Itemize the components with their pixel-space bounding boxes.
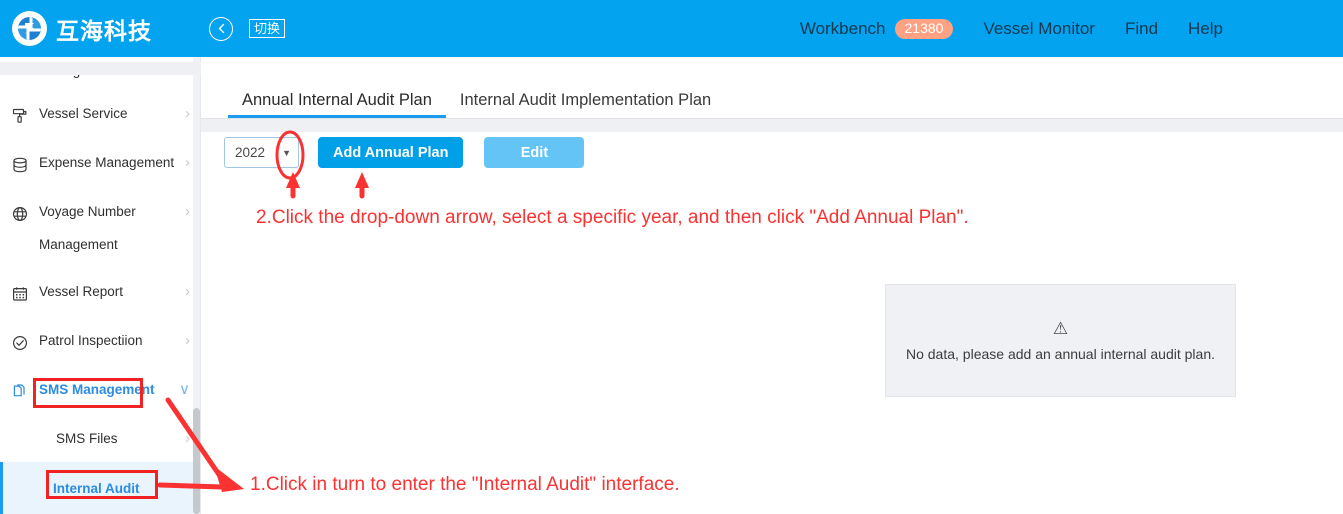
calendar-icon <box>9 283 31 305</box>
sidebar-item-vessel-report[interactable]: Vessel Report › <box>0 280 200 305</box>
chevron-down-icon[interactable]: ▼ <box>282 148 291 158</box>
nav-workbench[interactable]: Workbench 21380 <box>799 18 954 39</box>
sidebar-item-voyage-number-continued[interactable]: Management <box>0 234 200 256</box>
tab-internal-audit-implementation-plan[interactable]: Internal Audit Implementation Plan <box>446 91 725 118</box>
toolbar: 2022 ▼ Add Annual Plan Edit <box>224 137 585 168</box>
sidebar-item-label: Expense Management <box>39 155 175 170</box>
main-content: Annual Internal Audit Plan Internal Audi… <box>201 57 1343 514</box>
logo-text: 互海科技 <box>56 17 152 44</box>
edit-button[interactable]: Edit <box>484 137 585 168</box>
paint-roller-icon <box>9 105 31 127</box>
back-arrow-icon[interactable] <box>209 16 233 41</box>
sidebar-item-patrol-inspection[interactable]: Patrol Inspectiion › <box>0 329 200 354</box>
nav-vessel-monitor[interactable]: Vessel Monitor <box>983 19 1095 39</box>
database-icon <box>9 154 31 176</box>
switch-badge[interactable]: 切换 <box>249 19 286 38</box>
workbench-count-badge: 21380 <box>894 18 954 39</box>
sidebar-item-label: SMS Management <box>39 382 155 397</box>
sidebar-item-label: Internal Audit <box>53 480 140 496</box>
empty-state-panel: ⚠ No data, please add an annual internal… <box>885 284 1236 397</box>
tab-annual-internal-audit-plan[interactable]: Annual Internal Audit Plan <box>228 91 446 118</box>
sidebar-item-vessel-service[interactable]: Vessel Service › <box>0 102 200 127</box>
sidebar-item-sms-management[interactable]: SMS Management ∨ <box>0 378 200 403</box>
sidebar-item-label: SMS Files <box>56 431 118 446</box>
sidebar: Management Vessel Service › Expense Mana… <box>0 57 201 514</box>
chevron-down-icon: ∨ <box>179 381 190 398</box>
sidebar-item-label: Voyage Number <box>39 204 136 219</box>
content-separator-band-left <box>0 62 201 75</box>
sidebar-item-internal-audit[interactable]: Internal Audit <box>0 462 200 514</box>
chevron-right-icon: › <box>185 332 190 349</box>
sidebar-item-label: Vessel Service <box>39 106 128 121</box>
nav-find[interactable]: Find <box>1125 19 1158 39</box>
spacer-icon <box>9 430 31 452</box>
sidebar-item-sms-files[interactable]: SMS Files › <box>0 427 200 452</box>
year-select[interactable]: 2022 ▼ <box>224 137 299 168</box>
header-nav: Workbench 21380 Vessel Monitor Find Help <box>799 18 1223 39</box>
app-header: 互海科技 切换 Workbench 21380 Vessel Monitor F… <box>0 0 1343 57</box>
tab-bar: Annual Internal Audit Plan Internal Audi… <box>201 57 1343 118</box>
sidebar-item-expense-management[interactable]: Expense Management › <box>0 151 200 176</box>
sidebar-scrollbar-thumb[interactable] <box>193 408 200 514</box>
chevron-right-icon: › <box>185 203 190 220</box>
nav-help[interactable]: Help <box>1188 19 1223 39</box>
sidebar-item-label: Patrol Inspectiion <box>39 333 143 348</box>
logo-group[interactable]: 互海科技 <box>12 11 152 46</box>
check-circle-icon <box>9 332 31 354</box>
globe-icon <box>9 203 31 225</box>
year-select-value: 2022 <box>235 145 266 160</box>
empty-state-message: No data, please add an annual internal a… <box>905 346 1215 362</box>
nav-workbench-label: Workbench <box>799 18 886 38</box>
content-separator-band <box>201 119 1343 132</box>
documents-icon <box>9 381 31 403</box>
warning-triangle-icon: ⚠ <box>1052 319 1069 338</box>
chevron-right-icon: › <box>185 283 190 300</box>
company-logo-icon <box>12 11 47 46</box>
chevron-right-icon: › <box>185 154 190 171</box>
chevron-right-icon: › <box>185 105 190 122</box>
chevron-right-icon: › <box>185 430 190 447</box>
add-annual-plan-button[interactable]: Add Annual Plan <box>318 137 464 168</box>
sidebar-item-voyage-number[interactable]: Voyage Number › <box>0 200 200 225</box>
sidebar-item-label: Vessel Report <box>39 284 124 299</box>
